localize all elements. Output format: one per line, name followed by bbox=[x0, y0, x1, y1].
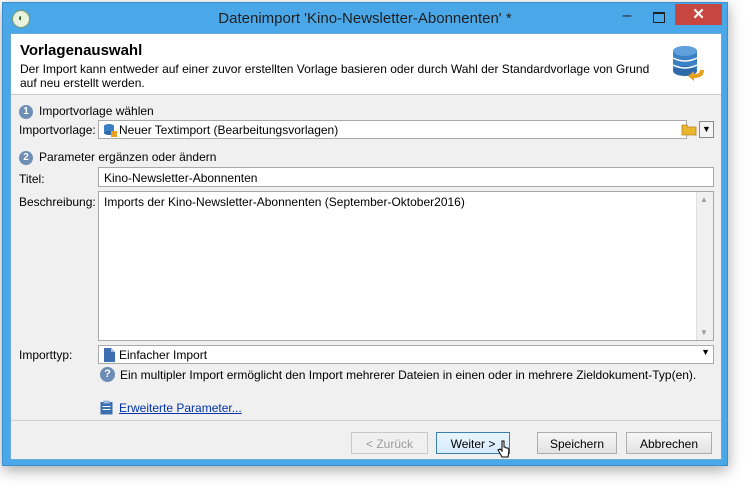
chevron-down-icon[interactable]: ▼ bbox=[701, 347, 710, 357]
dialog-body: Vorlagenauswahl Der Import kann entweder… bbox=[10, 33, 722, 460]
title-input[interactable]: Kino-Newsletter-Abonnenten bbox=[98, 167, 714, 187]
import-type-label: Importtyp: bbox=[19, 348, 73, 362]
database-import-icon bbox=[672, 46, 704, 81]
step-2-label: Parameter ergänzen oder ändern bbox=[39, 150, 217, 164]
help-icon: ? bbox=[100, 367, 115, 382]
chevron-down-icon: ▼ bbox=[702, 124, 711, 134]
back-button[interactable]: < Zurück bbox=[351, 432, 428, 454]
maximize-icon bbox=[653, 12, 665, 23]
description-value: Imports der Kino-Newsletter-Abonnenten (… bbox=[104, 195, 465, 209]
text-template-icon bbox=[104, 124, 117, 137]
step-1-heading: 1 Importvorlage wählen bbox=[19, 104, 154, 119]
description-label: Beschreibung: bbox=[19, 195, 96, 209]
template-value: Neuer Textimport (Bearbeitungsvorlagen) bbox=[119, 123, 339, 137]
scroll-down-icon[interactable]: ▼ bbox=[700, 328, 708, 337]
template-select[interactable]: Neuer Textimport (Bearbeitungsvorlagen) bbox=[98, 120, 687, 139]
template-dropdown-button[interactable]: ▼ bbox=[699, 121, 714, 138]
page-title: Vorlagenauswahl bbox=[20, 42, 143, 59]
clipboard-icon bbox=[100, 400, 113, 415]
scroll-up-icon[interactable]: ▲ bbox=[700, 195, 708, 204]
step-2-number: 2 bbox=[19, 150, 33, 165]
import-type-value: Einfacher Import bbox=[119, 348, 208, 362]
step-1-number: 1 bbox=[19, 104, 33, 119]
minimize-button[interactable]: – bbox=[615, 7, 639, 27]
advanced-parameters-link[interactable]: Erweiterte Parameter... bbox=[119, 401, 242, 415]
save-button[interactable]: Speichern bbox=[537, 432, 617, 454]
step-1-label: Importvorlage wählen bbox=[39, 104, 154, 118]
description-scrollbar[interactable]: ▲ ▼ bbox=[696, 192, 713, 340]
button-bar: < Zurück Weiter > Speichern Abbrechen bbox=[11, 420, 721, 460]
document-icon bbox=[104, 348, 115, 362]
import-type-select[interactable]: Einfacher Import ▼ bbox=[98, 345, 714, 364]
close-button[interactable]: ✕ bbox=[675, 4, 722, 25]
cancel-button[interactable]: Abbrechen bbox=[626, 432, 712, 454]
step-2-heading: 2 Parameter ergänzen oder ändern bbox=[19, 150, 216, 165]
maximize-button[interactable] bbox=[646, 7, 670, 27]
template-label: Importvorlage: bbox=[19, 123, 96, 137]
wizard-header: Vorlagenauswahl Der Import kann entweder… bbox=[11, 34, 721, 95]
folder-icon[interactable] bbox=[681, 122, 697, 136]
dialog-window: ◐ Datenimport 'Kino-Newsletter-Abonnente… bbox=[2, 2, 728, 466]
page-description: Der Import kann entweder auf einer zuvor… bbox=[20, 62, 650, 90]
description-textarea[interactable]: Imports der Kino-Newsletter-Abonnenten (… bbox=[98, 191, 714, 341]
mouse-cursor-icon bbox=[497, 440, 510, 458]
help-text: Ein multipler Import ermöglicht den Impo… bbox=[120, 368, 697, 382]
title-label: Titel: bbox=[19, 172, 45, 186]
title-bar[interactable]: ◐ Datenimport 'Kino-Newsletter-Abonnente… bbox=[3, 3, 727, 33]
